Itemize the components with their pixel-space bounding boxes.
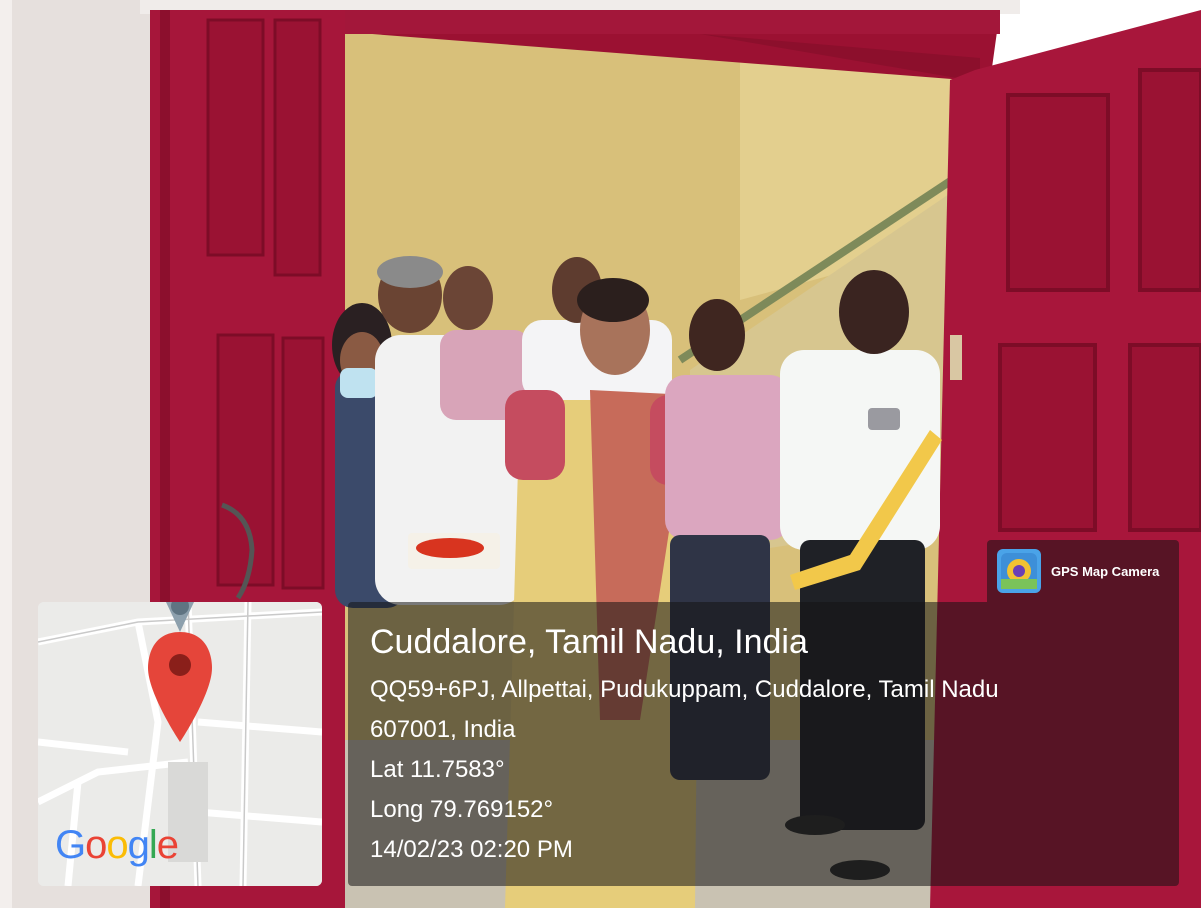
longitude: Long 79.769152° xyxy=(370,796,554,823)
google-logo: Google xyxy=(55,823,179,867)
gps-map-camera-badge: GPS Map Camera xyxy=(987,540,1179,602)
gps-map-camera-icon xyxy=(997,549,1041,593)
date-time: 14/02/23 02:20 PM xyxy=(370,836,573,863)
address-line-1: QQ59+6PJ, Allpettai, Pudukuppam, Cuddalo… xyxy=(370,676,999,703)
app-name: GPS Map Camera xyxy=(1051,563,1160,579)
city-line: Cuddalore, Tamil Nadu, India xyxy=(370,623,808,661)
location-info-panel: Cuddalore, Tamil Nadu, India QQ59+6PJ, A… xyxy=(348,602,1179,886)
latitude: Lat 11.7583° xyxy=(370,756,505,783)
address-line-2: 607001, India xyxy=(370,716,516,743)
map-thumbnail: Google xyxy=(38,602,322,886)
